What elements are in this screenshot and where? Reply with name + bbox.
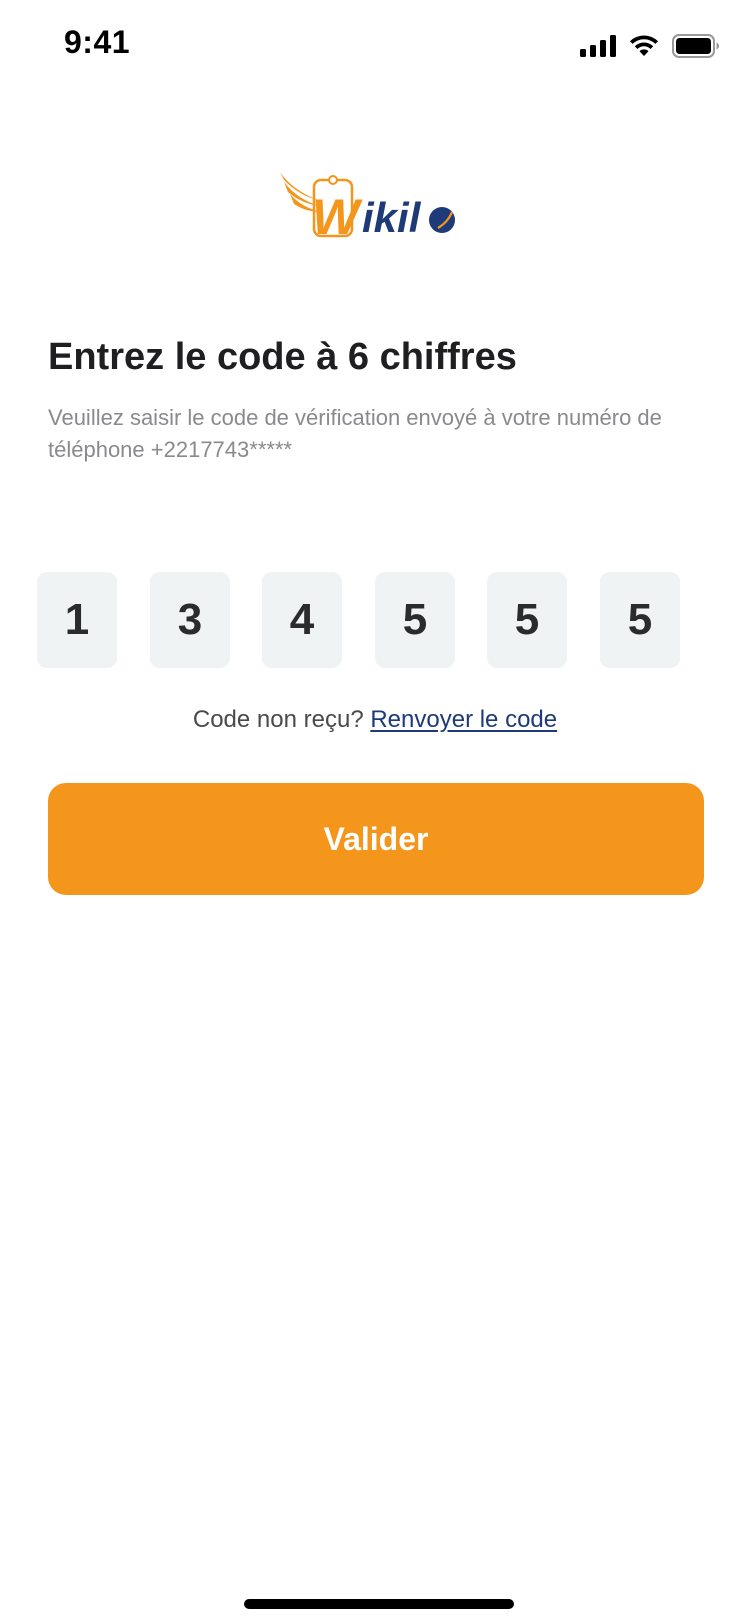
otp-digit-5[interactable]: 5 xyxy=(487,572,567,668)
resend-prompt: Code non reçu? xyxy=(192,706,364,733)
svg-text:ikil: ikil xyxy=(362,194,422,241)
otp-code-row: 1 3 4 5 5 5 xyxy=(37,572,680,668)
status-bar: 9:41 xyxy=(0,0,750,94)
home-indicator xyxy=(244,1599,514,1609)
validate-button[interactable]: Valider xyxy=(48,783,704,895)
wifi-icon xyxy=(628,34,660,58)
resend-code-link[interactable]: Renvoyer le code xyxy=(370,706,557,733)
status-icons xyxy=(580,34,720,58)
wikilo-logo: W ikil xyxy=(278,170,468,250)
otp-digit-6[interactable]: 5 xyxy=(600,572,680,668)
battery-icon xyxy=(672,34,720,58)
resend-line: Code non reçu? Renvoyer le code xyxy=(0,706,750,734)
otp-digit-1[interactable]: 1 xyxy=(37,572,117,668)
status-time: 9:41 xyxy=(64,24,131,60)
svg-text:W: W xyxy=(312,189,363,245)
otp-digit-2[interactable]: 3 xyxy=(150,572,230,668)
otp-digit-4[interactable]: 5 xyxy=(375,572,455,668)
page-title: Entrez le code à 6 chiffres xyxy=(48,336,517,378)
page-subtitle: Veuillez saisir le code de vérification … xyxy=(48,405,662,462)
signal-icon xyxy=(580,35,616,57)
otp-digit-3[interactable]: 4 xyxy=(262,572,342,668)
